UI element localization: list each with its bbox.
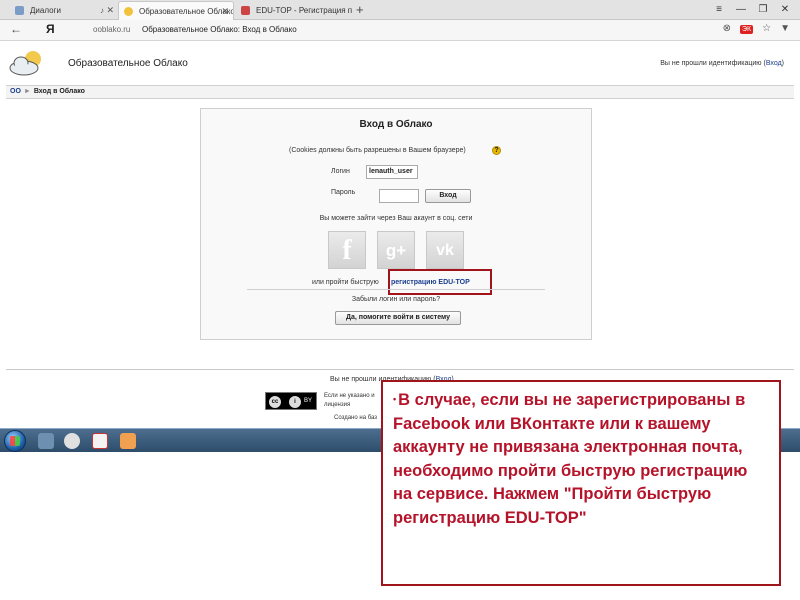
breadcrumb-current: Вход в Облако: [33, 88, 85, 95]
googleplus-login-button[interactable]: g+: [377, 231, 415, 269]
tab-label: EDU-TOP - Регистрация по: [256, 6, 352, 15]
help-login-button[interactable]: Да, помогите войти в систему: [335, 311, 461, 325]
address-bar: ← Я ooblako.ru Образовательное Облако: В…: [0, 20, 800, 41]
login-link[interactable]: Вход: [766, 60, 782, 67]
callout-text: • В случае, если вы не зарегистрированы в…: [393, 388, 769, 530]
tab-obrazovatelnoe-oblako[interactable]: Образовательное Облако ✕: [118, 1, 234, 20]
chrome-icon[interactable]: [64, 433, 80, 449]
cloud-tab-icon: [124, 7, 133, 16]
footer-license-text: Если не указано и: [324, 393, 375, 399]
login-box: Вход в Облако (Cookies должны быть разре…: [200, 108, 592, 340]
enter-button[interactable]: Вход: [425, 189, 471, 203]
by-label: BY: [304, 398, 313, 404]
attribution-icon: i: [288, 395, 302, 409]
forgot-credentials-text: Забыли логин или пароль?: [351, 296, 441, 303]
browser-tab-bar: Диалоги ♪ ✕ Образовательное Облако ✕ EDU…: [0, 0, 800, 20]
yandex-logo[interactable]: Я: [46, 22, 55, 36]
footer-divider: [6, 369, 794, 370]
tab-label: Образовательное Облако: [139, 7, 234, 16]
dialogs-tab-icon: [15, 6, 24, 15]
block-icon[interactable]: ⊗: [723, 23, 731, 34]
back-arrow-icon[interactable]: ←: [10, 22, 22, 36]
creative-commons-badge[interactable]: cc i BY: [265, 392, 317, 410]
close-tab-icon[interactable]: ✕: [106, 1, 114, 20]
login-title: Вход в Облако: [359, 119, 433, 130]
social-login-hint: Вы можете зайти через Ваш акаунт в соц. …: [319, 215, 473, 222]
bullet-icon: •: [393, 394, 397, 404]
help-icon[interactable]: ?: [492, 146, 501, 155]
explorer-icon[interactable]: [38, 433, 54, 449]
breadcrumb-separator-icon: ►: [23, 88, 31, 95]
divider: [247, 289, 545, 290]
instruction-callout: • В случае, если вы не зарегистрированы в…: [381, 380, 781, 586]
login-status: Вы не прошли идентификацию (Вход): [660, 60, 784, 67]
footer-license-text-2: лицензия: [324, 402, 351, 408]
facebook-login-button[interactable]: f: [328, 231, 366, 269]
password-label: Пароль: [331, 189, 356, 196]
login-status-suffix: ): [781, 60, 784, 67]
close-window-icon[interactable]: ✕: [774, 1, 796, 19]
download-icon[interactable]: ▼: [780, 23, 790, 34]
tab-label: Диалоги: [30, 6, 61, 15]
start-button[interactable]: [4, 430, 26, 452]
edu-top-tab-icon: [241, 6, 250, 15]
callout-body: В случае, если вы не зарегистрированы в …: [393, 391, 748, 527]
window-controls: ≡ — ❐ ✕: [708, 1, 796, 19]
star-icon[interactable]: ☆: [762, 23, 771, 34]
speaker-icon: ♪: [100, 6, 104, 15]
cookies-note: (Cookies должны быть разрешены в Вашем б…: [289, 147, 466, 154]
minimize-icon[interactable]: —: [730, 1, 752, 19]
yandex-browser-icon[interactable]: [92, 433, 108, 449]
menu-icon[interactable]: ≡: [708, 1, 730, 19]
highlight-frame: [388, 269, 492, 295]
maximize-icon[interactable]: ❐: [752, 1, 774, 19]
login-input[interactable]: lenauth_user: [366, 165, 418, 179]
url-page-title[interactable]: Образовательное Облако: Вход в Облако: [142, 25, 297, 34]
login-status-text: Вы не прошли идентификацию (: [660, 60, 766, 67]
new-tab-button[interactable]: +: [356, 1, 364, 19]
tab-dialogs[interactable]: Диалоги ♪ ✕: [10, 1, 118, 20]
vk-login-button[interactable]: vk: [426, 231, 464, 269]
address-bar-actions: ⊗ ЭК ☆ ▼: [714, 23, 790, 34]
cloud-sun-logo[interactable]: [8, 48, 46, 76]
password-input[interactable]: [379, 189, 419, 203]
breadcrumb: ОО ► Вход в Облако: [6, 85, 794, 99]
quick-reg-prefix: или пройти быструю: [312, 279, 379, 286]
cc-icon: cc: [268, 395, 282, 409]
footer-created-text: Создано на баз: [334, 415, 378, 421]
close-tab-icon[interactable]: ✕: [221, 2, 229, 20]
tab-edu-top[interactable]: EDU-TOP - Регистрация по: [236, 1, 352, 20]
login-label: Логин: [331, 168, 350, 175]
media-icon[interactable]: [120, 433, 136, 449]
windows-flag-icon: [10, 436, 20, 446]
site-title[interactable]: Образовательное Облако: [68, 58, 188, 69]
extension-badge[interactable]: ЭК: [740, 25, 754, 34]
url-domain[interactable]: ooblako.ru: [93, 25, 130, 34]
breadcrumb-home[interactable]: ОО: [10, 88, 21, 95]
